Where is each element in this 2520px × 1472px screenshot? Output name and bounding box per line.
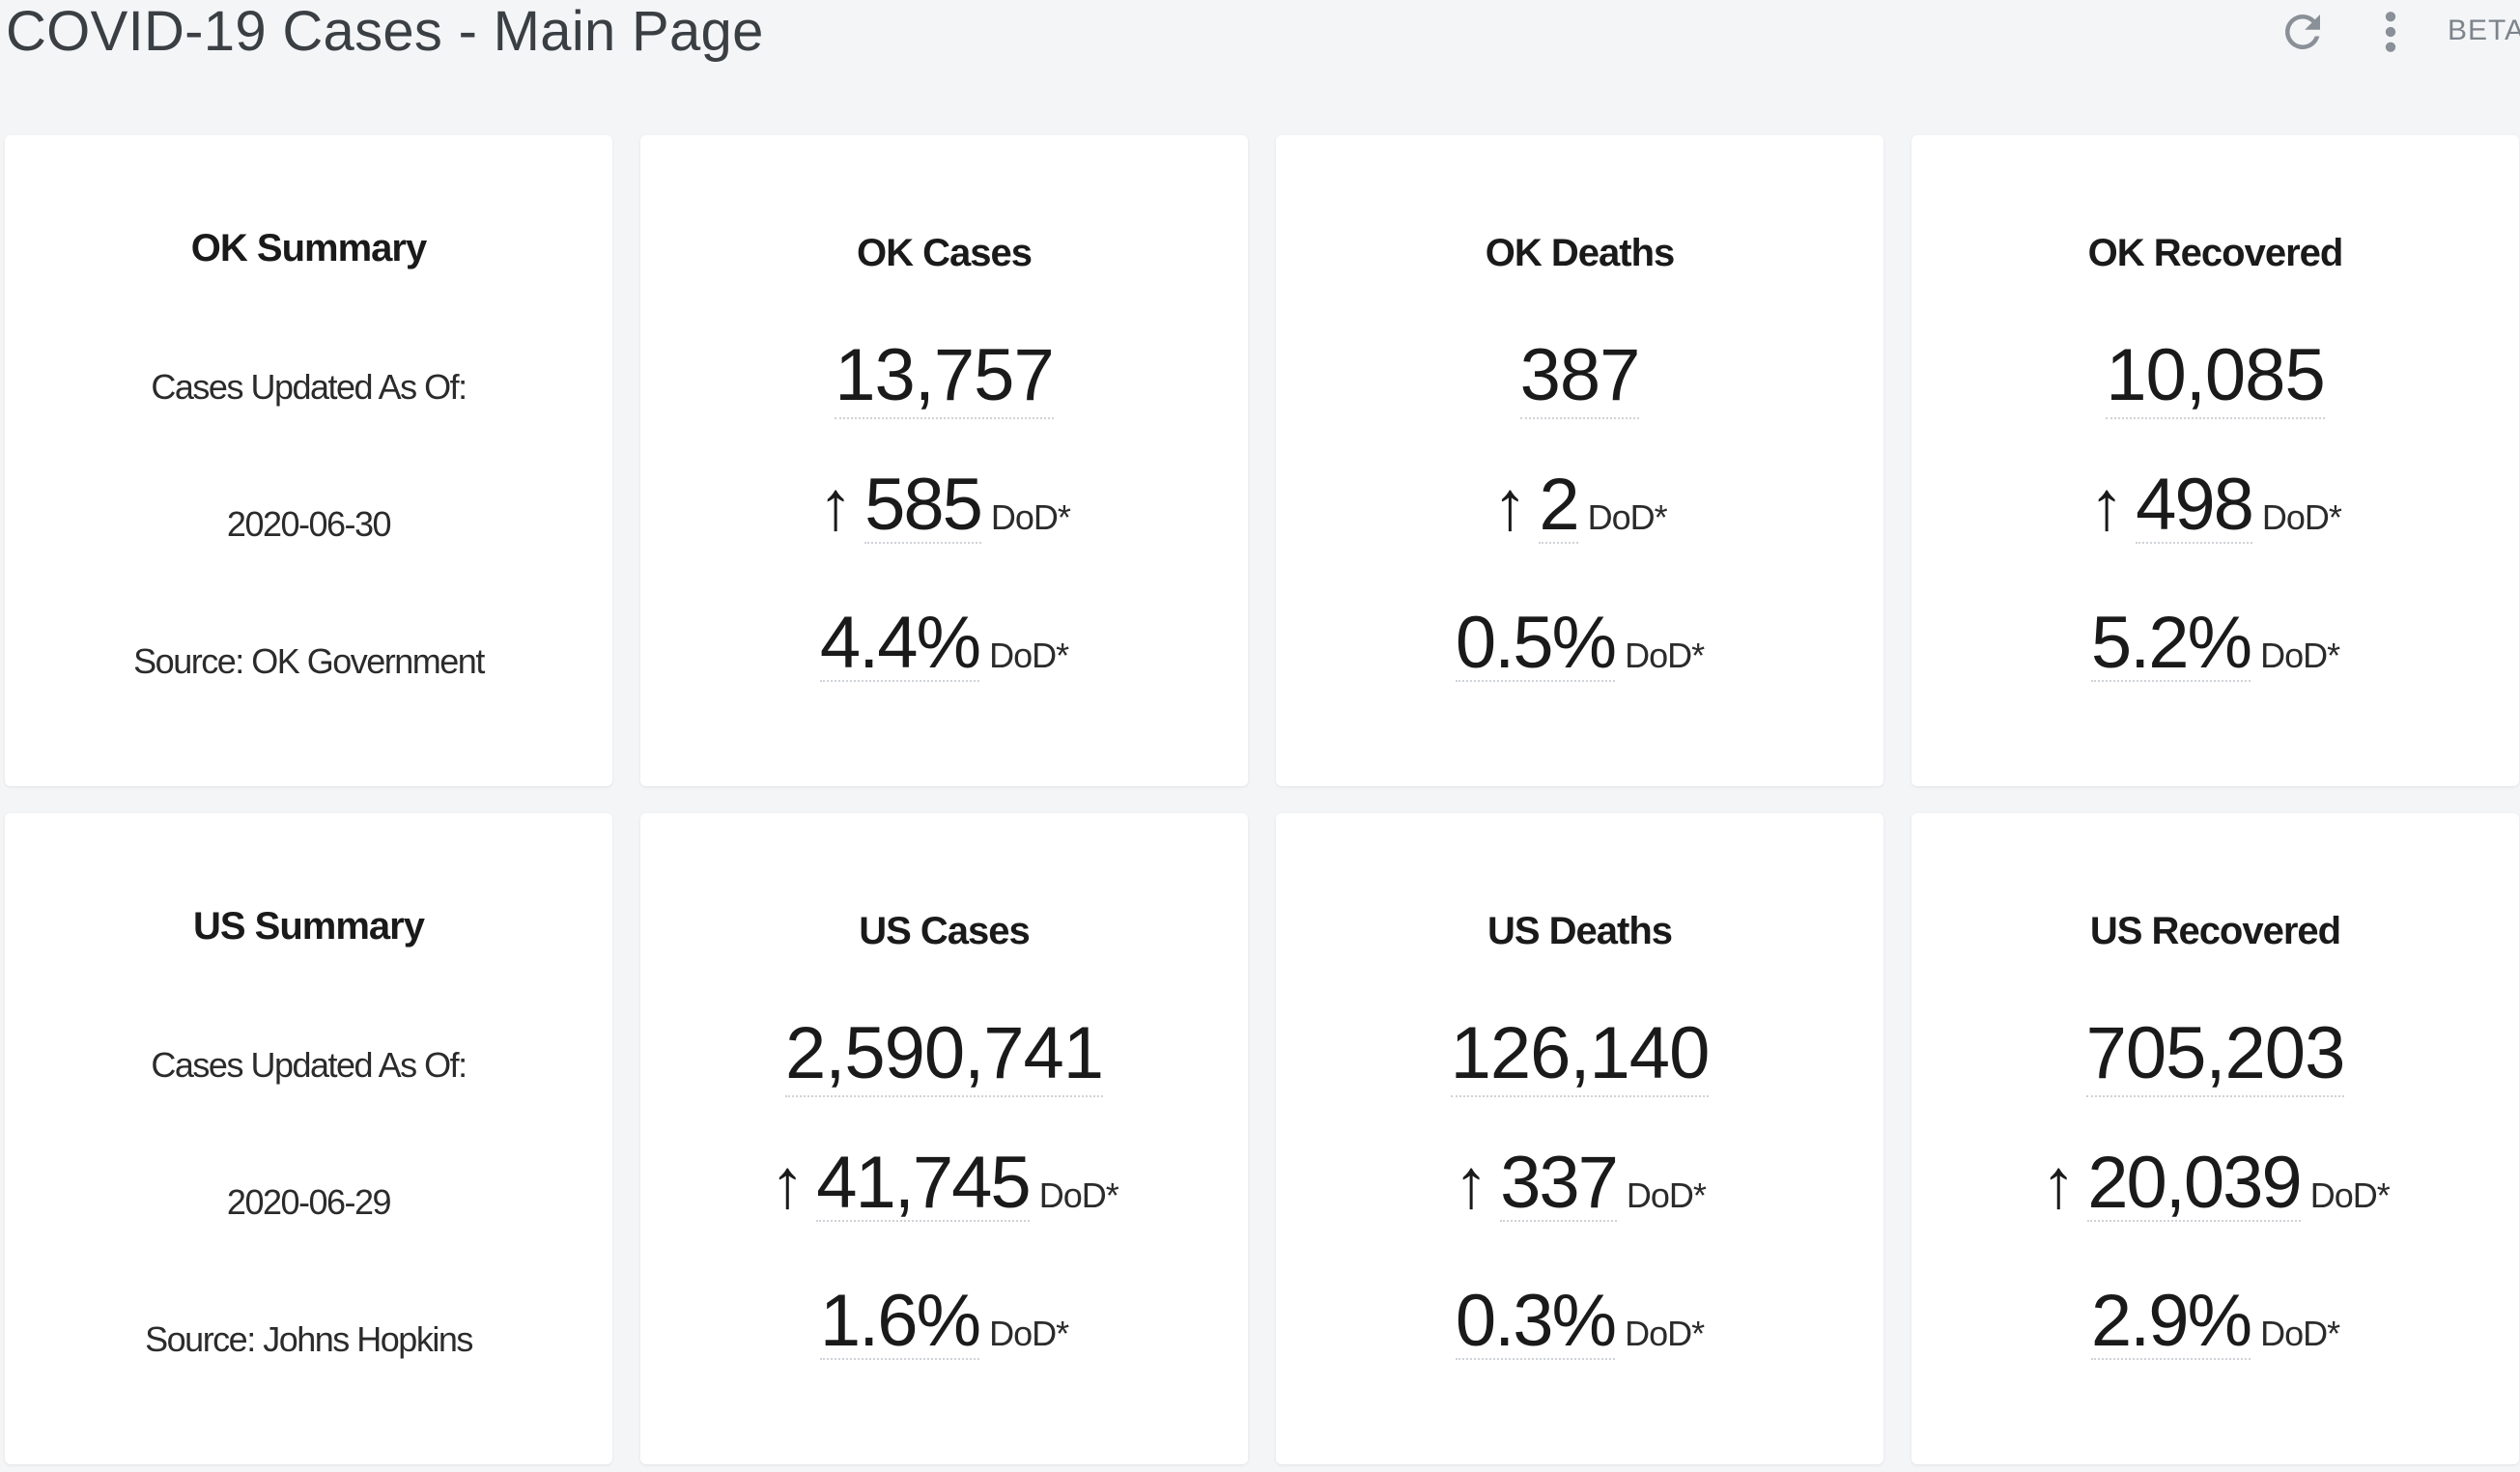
us-cases-delta: 41,745 bbox=[816, 1142, 1032, 1224]
ok-cases-pct: 4.4% bbox=[819, 602, 981, 684]
ok-deaths-title: OK Deaths bbox=[1485, 232, 1676, 274]
us-cases-delta-row: ↑ 41,745 DoD* bbox=[640, 1146, 1248, 1222]
us-deaths-delta: 337 bbox=[1500, 1142, 1619, 1224]
ok-deaths-pct-row: 0.5% DoD* bbox=[1276, 607, 1883, 682]
ok-deaths-delta-unit: DoD* bbox=[1587, 497, 1668, 537]
us-recovered-delta: 20,039 bbox=[2087, 1142, 2303, 1224]
us-cases-tile: US Cases 2,590,741 ↑ 41,745 DoD* 1.6% Do… bbox=[640, 813, 1248, 1464]
us-cases-delta-unit: DoD* bbox=[1038, 1175, 1119, 1215]
ok-cases-value: 13,757 bbox=[835, 333, 1055, 419]
us-deaths-pct-unit: DoD* bbox=[1625, 1314, 1705, 1353]
ok-updated-label: Cases Updated As Of: bbox=[151, 367, 467, 407]
ok-deaths-value-row: 387 bbox=[1276, 333, 1883, 419]
ok-recovered-delta-row: ↑ 498 DoD* bbox=[1911, 468, 2519, 544]
ok-cases-delta-row: ↑ 585 DoD* bbox=[640, 468, 1248, 544]
ok-deaths-pct-unit: DoD* bbox=[1625, 636, 1705, 675]
ok-cases-delta: 585 bbox=[864, 464, 983, 546]
more-vert-icon[interactable] bbox=[2376, 6, 2405, 58]
us-deaths-delta-row: ↑ 337 DoD* bbox=[1276, 1146, 1883, 1222]
us-source: Source: Johns Hopkins bbox=[145, 1319, 473, 1359]
beta-badge: BETA bbox=[2448, 14, 2520, 46]
arrow-up-icon: ↑ bbox=[2089, 467, 2125, 545]
us-recovered-title: US Recovered bbox=[2089, 910, 2341, 952]
us-cases-pct: 1.6% bbox=[819, 1280, 981, 1362]
ok-summary-tile: OK Summary Cases Updated As Of: 2020-06-… bbox=[5, 135, 612, 786]
page-title: COVID-19 Cases - Main Page bbox=[6, 0, 764, 63]
us-summary-title: US Summary bbox=[193, 905, 425, 948]
us-recovered-tile: US Recovered 705,203 ↑ 20,039 DoD* 2.9% … bbox=[1911, 813, 2519, 1464]
us-summary-tile: US Summary Cases Updated As Of: 2020-06-… bbox=[5, 813, 612, 1464]
ok-recovered-value-row: 10,085 bbox=[1911, 333, 2519, 419]
us-recovered-pct: 2.9% bbox=[2090, 1280, 2252, 1362]
us-recovered-value: 705,203 bbox=[2085, 1011, 2345, 1097]
arrow-up-icon: ↑ bbox=[770, 1146, 806, 1223]
page-header: COVID-19 Cases - Main Page BETA bbox=[0, 0, 2520, 87]
ok-cases-pct-unit: DoD* bbox=[989, 636, 1069, 675]
arrow-up-icon: ↑ bbox=[2041, 1146, 2077, 1223]
us-cases-pct-row: 1.6% DoD* bbox=[640, 1285, 1248, 1360]
ok-recovered-delta-unit: DoD* bbox=[2261, 497, 2342, 537]
refresh-icon[interactable] bbox=[2277, 6, 2329, 58]
arrow-up-icon: ↑ bbox=[1492, 467, 1528, 545]
us-cases-pct-unit: DoD* bbox=[989, 1314, 1069, 1353]
ok-recovered-title: OK Recovered bbox=[2087, 232, 2344, 274]
us-deaths-pct-row: 0.3% DoD* bbox=[1276, 1285, 1883, 1360]
dashboard-grid: OK Summary Cases Updated As Of: 2020-06-… bbox=[5, 135, 2519, 1464]
us-deaths-pct: 0.3% bbox=[1455, 1280, 1617, 1362]
ok-source: Source: OK Government bbox=[133, 641, 485, 681]
us-deaths-tile: US Deaths 126,140 ↑ 337 DoD* 0.3% DoD* bbox=[1276, 813, 1883, 1464]
us-updated-label: Cases Updated As Of: bbox=[151, 1045, 467, 1085]
ok-cases-tile: OK Cases 13,757 ↑ 585 DoD* 4.4% DoD* bbox=[640, 135, 1248, 786]
us-deaths-value: 126,140 bbox=[1450, 1011, 1710, 1097]
ok-deaths-pct: 0.5% bbox=[1455, 602, 1617, 684]
us-cases-value: 2,590,741 bbox=[784, 1011, 1104, 1097]
us-recovered-delta-unit: DoD* bbox=[2309, 1175, 2391, 1215]
us-deaths-value-row: 126,140 bbox=[1276, 1011, 1883, 1097]
ok-recovered-value: 10,085 bbox=[2106, 333, 2326, 419]
ok-recovered-pct: 5.2% bbox=[2090, 602, 2252, 684]
arrow-up-icon: ↑ bbox=[818, 467, 854, 545]
ok-cases-title: OK Cases bbox=[857, 232, 1033, 274]
us-recovered-pct-unit: DoD* bbox=[2260, 1314, 2340, 1353]
us-recovered-pct-row: 2.9% DoD* bbox=[1911, 1285, 2519, 1360]
ok-recovered-pct-row: 5.2% DoD* bbox=[1911, 607, 2519, 682]
ok-deaths-delta: 2 bbox=[1539, 464, 1580, 546]
ok-deaths-value: 387 bbox=[1519, 333, 1640, 419]
ok-deaths-delta-row: ↑ 2 DoD* bbox=[1276, 468, 1883, 544]
ok-recovered-pct-unit: DoD* bbox=[2260, 636, 2340, 675]
us-recovered-delta-row: ↑ 20,039 DoD* bbox=[1911, 1146, 2519, 1222]
ok-summary-title: OK Summary bbox=[190, 227, 427, 269]
us-cases-title: US Cases bbox=[859, 910, 1031, 952]
ok-updated-date: 2020-06-30 bbox=[226, 504, 392, 544]
arrow-up-icon: ↑ bbox=[1454, 1146, 1489, 1223]
us-deaths-title: US Deaths bbox=[1487, 910, 1673, 952]
ok-cases-value-row: 13,757 bbox=[640, 333, 1248, 419]
ok-deaths-tile: OK Deaths 387 ↑ 2 DoD* 0.5% DoD* bbox=[1276, 135, 1883, 786]
us-recovered-value-row: 705,203 bbox=[1911, 1011, 2519, 1097]
us-deaths-delta-unit: DoD* bbox=[1626, 1175, 1707, 1215]
ok-cases-pct-row: 4.4% DoD* bbox=[640, 607, 1248, 682]
ok-recovered-delta: 498 bbox=[2136, 464, 2254, 546]
ok-cases-delta-unit: DoD* bbox=[990, 497, 1071, 537]
us-updated-date: 2020-06-29 bbox=[226, 1182, 392, 1222]
ok-recovered-tile: OK Recovered 10,085 ↑ 498 DoD* 5.2% DoD* bbox=[1911, 135, 2519, 786]
us-cases-value-row: 2,590,741 bbox=[640, 1011, 1248, 1097]
